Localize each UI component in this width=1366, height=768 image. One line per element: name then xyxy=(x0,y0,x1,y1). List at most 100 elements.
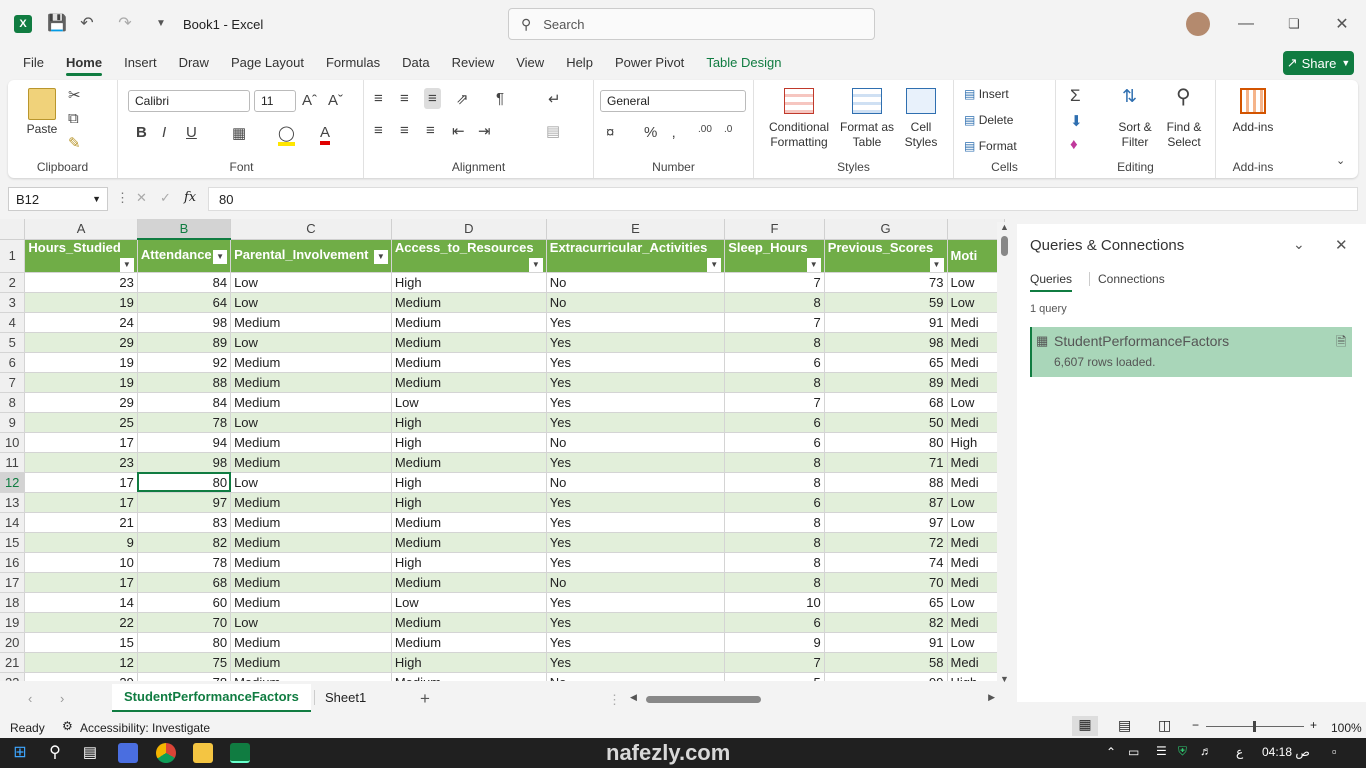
table-cell[interactable]: 89 xyxy=(824,372,948,393)
filter-dropdown-icon[interactable]: ▼ xyxy=(373,250,388,264)
table-cell[interactable]: 78 xyxy=(137,412,232,433)
row-header[interactable]: 4 xyxy=(0,312,26,333)
table-cell[interactable]: Low xyxy=(947,392,1005,413)
table-cell[interactable]: Medium xyxy=(230,572,392,593)
table-cell[interactable]: 98 xyxy=(137,312,232,333)
column-header[interactable]: G xyxy=(824,219,948,240)
table-cell[interactable]: Yes xyxy=(546,312,726,333)
table-cell[interactable]: Yes xyxy=(546,532,726,553)
table-cell[interactable]: 80 xyxy=(824,432,948,453)
addins-button[interactable]: Add-ins xyxy=(1222,120,1284,135)
table-cell[interactable]: 29 xyxy=(24,392,138,413)
table-cell[interactable]: 17 xyxy=(24,472,138,493)
chevron-down-icon[interactable]: ⌄ xyxy=(1293,236,1305,253)
row-header[interactable]: 15 xyxy=(0,532,26,553)
table-cell[interactable]: Medium xyxy=(230,632,392,653)
row-header[interactable]: 7 xyxy=(0,372,26,393)
table-cell[interactable]: Yes xyxy=(546,632,726,653)
table-cell[interactable]: 10 xyxy=(724,592,825,613)
column-header[interactable]: D xyxy=(391,219,547,240)
table-cell[interactable]: 17 xyxy=(24,492,138,513)
redo-icon[interactable]: ↷ xyxy=(114,12,136,34)
align-top-icon[interactable]: ≡ xyxy=(374,90,383,107)
row-header[interactable]: 12 xyxy=(0,472,26,493)
table-cell[interactable]: Yes xyxy=(546,652,726,673)
volume-icon[interactable]: ♬ xyxy=(1200,744,1212,758)
table-cell[interactable]: No xyxy=(546,672,726,681)
table-cell[interactable]: No xyxy=(546,472,726,493)
vertical-scrollbar[interactable]: ▲ ▼ xyxy=(997,222,1013,684)
table-cell[interactable]: Medi xyxy=(947,332,1005,353)
table-cell[interactable]: 7 xyxy=(724,392,825,413)
clear-icon[interactable]: ♦ xyxy=(1070,136,1078,153)
table-cell[interactable]: 99 xyxy=(824,672,948,681)
filter-dropdown-icon[interactable]: ▼ xyxy=(929,257,944,271)
increase-decimal-icon[interactable]: .00 xyxy=(698,124,712,135)
table-cell[interactable]: Medium xyxy=(230,432,392,453)
cancel-formula-icon[interactable]: ✕ xyxy=(136,190,147,206)
select-all-corner[interactable] xyxy=(0,219,26,240)
table-cell[interactable]: 25 xyxy=(24,412,138,433)
table-cell[interactable]: Medium xyxy=(230,312,392,333)
table-cell[interactable]: Medium xyxy=(230,652,392,673)
table-cell[interactable]: 83 xyxy=(137,512,232,533)
row-header[interactable]: 17 xyxy=(0,572,26,593)
table-cell[interactable]: Low xyxy=(230,332,392,353)
table-header-cell[interactable]: Parental_Involvement ▼ xyxy=(230,239,392,273)
table-cell[interactable]: 73 xyxy=(824,272,948,293)
accessibility-status[interactable]: Accessibility: Investigate xyxy=(80,721,210,735)
insert-function-icon[interactable]: fx xyxy=(184,190,196,205)
align-left-icon[interactable]: ≡ xyxy=(374,122,383,139)
text-direction-icon[interactable]: ¶ xyxy=(496,90,504,107)
app-icon[interactable] xyxy=(118,743,138,763)
table-cell[interactable]: 23 xyxy=(24,452,138,473)
table-cell[interactable]: 94 xyxy=(137,432,232,453)
table-cell[interactable]: Low xyxy=(391,392,547,413)
table-cell[interactable]: Low xyxy=(947,592,1005,613)
table-cell[interactable]: 10 xyxy=(24,552,138,573)
insert-cells-button[interactable]: ▤ Insert xyxy=(964,87,1009,102)
table-cell[interactable]: 17 xyxy=(24,572,138,593)
table-cell[interactable]: 72 xyxy=(824,532,948,553)
borders-icon[interactable]: ▦ xyxy=(232,124,246,142)
zoom-level[interactable]: 100% xyxy=(1331,721,1362,735)
restore-icon[interactable]: ❏ xyxy=(1280,12,1308,36)
table-cell[interactable]: No xyxy=(546,272,726,293)
font-size-select[interactable]: 11 xyxy=(254,90,296,112)
format-cells-button[interactable]: ▤ Format xyxy=(964,139,1017,154)
zoom-in-icon[interactable]: + xyxy=(1310,718,1317,732)
task-view-icon[interactable]: ▤ xyxy=(80,743,100,763)
table-cell[interactable]: 68 xyxy=(824,392,948,413)
merge-center-icon[interactable]: ▤ xyxy=(546,122,560,140)
horizontal-scrollbar[interactable]: ◀ ▶ xyxy=(630,692,995,706)
column-header[interactable] xyxy=(947,219,1005,240)
filter-dropdown-icon[interactable]: ▼ xyxy=(528,257,543,271)
table-cell[interactable]: Yes xyxy=(546,612,726,633)
align-center-icon[interactable]: ≡ xyxy=(400,122,409,139)
table-cell[interactable]: Yes xyxy=(546,592,726,613)
tab-help[interactable]: Help xyxy=(555,48,604,78)
avatar[interactable] xyxy=(1186,12,1210,36)
table-cell[interactable]: 22 xyxy=(24,612,138,633)
table-cell[interactable]: Medi xyxy=(947,312,1005,333)
table-cell[interactable]: Low xyxy=(230,272,392,293)
table-cell[interactable]: Yes xyxy=(546,512,726,533)
table-cell[interactable]: Medium xyxy=(391,672,547,681)
table-cell[interactable]: 19 xyxy=(24,372,138,393)
search-box[interactable]: ⚲ Search xyxy=(508,8,875,40)
comma-icon[interactable]: ‚ xyxy=(672,124,675,141)
customize-toolbar-icon[interactable]: ▼ xyxy=(152,12,170,34)
table-cell[interactable]: 80 xyxy=(137,472,232,493)
table-cell[interactable]: Medium xyxy=(391,632,547,653)
table-cell[interactable]: Medium xyxy=(230,592,392,613)
table-cell[interactable]: Medium xyxy=(391,512,547,533)
align-right-icon[interactable]: ≡ xyxy=(426,122,435,139)
paste-button[interactable]: Paste xyxy=(22,122,62,137)
find-select-button[interactable]: Find & Select xyxy=(1160,120,1208,150)
table-cell[interactable]: 8 xyxy=(724,452,825,473)
sheet-tab-active[interactable]: StudentPerformanceFactors xyxy=(112,684,311,712)
formula-options-icon[interactable]: ⋮ xyxy=(116,190,129,206)
table-cell[interactable]: Medium xyxy=(230,352,392,373)
table-cell[interactable]: High xyxy=(391,552,547,573)
name-box[interactable]: B12 ▼ xyxy=(8,187,108,211)
